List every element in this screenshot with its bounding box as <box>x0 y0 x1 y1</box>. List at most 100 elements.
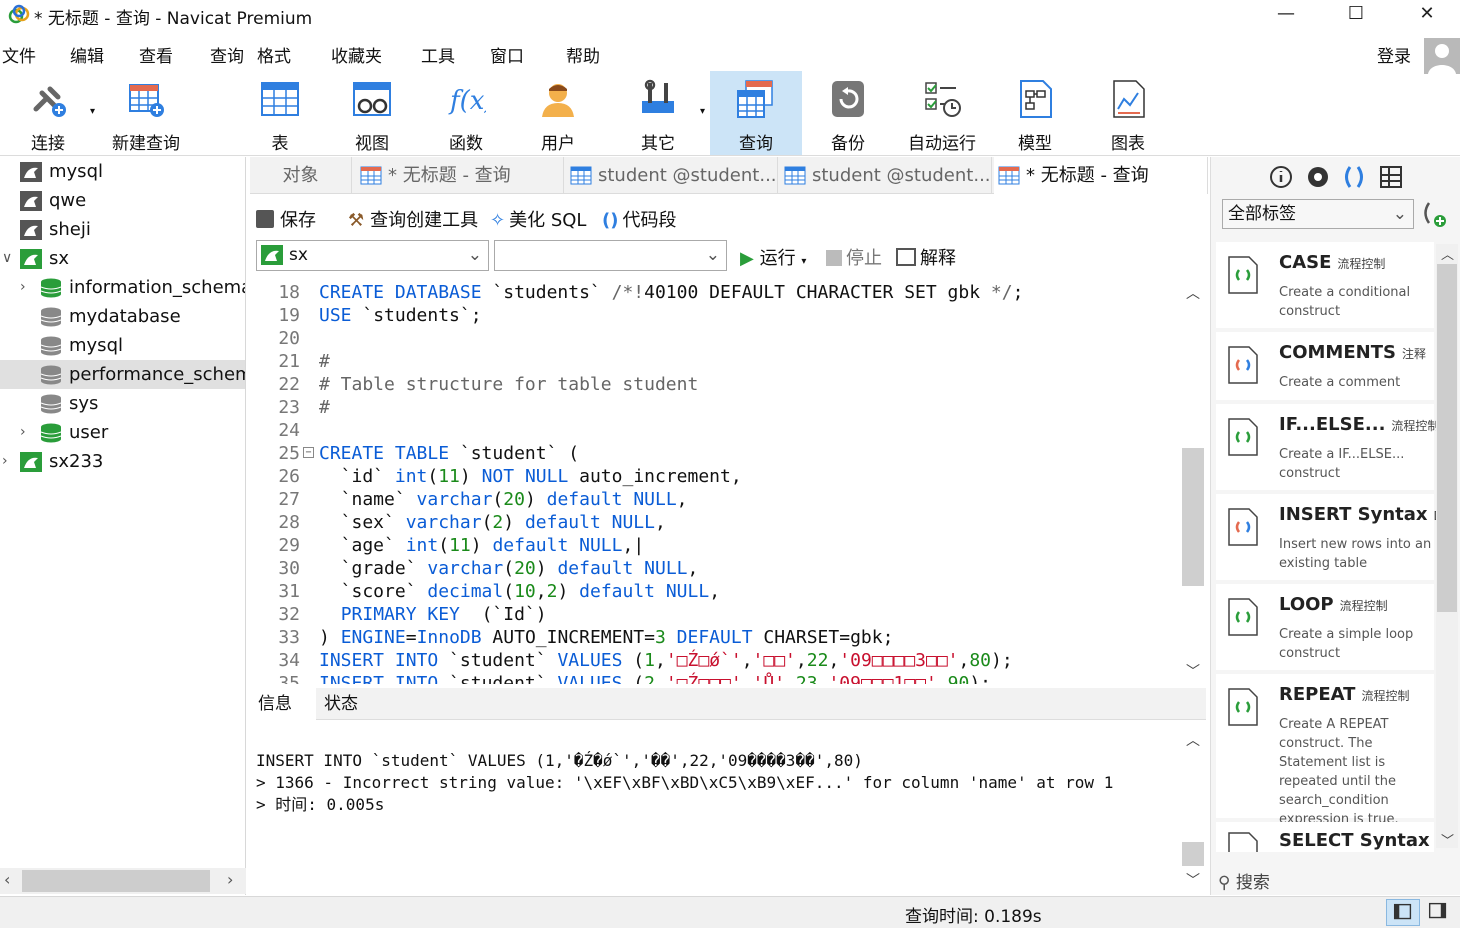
view-button[interactable]: 视图 <box>326 71 418 155</box>
expand-right-icon[interactable]: › <box>20 418 32 447</box>
snippet-select-syntax[interactable]: SELECT SyntaxDM <box>1216 822 1434 852</box>
menu-edit[interactable]: 编辑 <box>70 42 104 67</box>
scroll-down-icon[interactable]: ﹀ <box>1186 661 1200 681</box>
save-icon <box>256 210 274 228</box>
tree-item-mysql[interactable]: mysql <box>0 157 245 186</box>
snippet-loop[interactable]: LOOP 流程控制 Create a simple loop construct <box>1216 584 1434 670</box>
function-button[interactable]: f(x) 函数 <box>420 71 512 155</box>
run-button[interactable]: ▶ 运行 ▾ <box>740 244 806 270</box>
info-icon[interactable] <box>1268 164 1294 190</box>
layout-left-panel-button[interactable] <box>1386 899 1420 926</box>
connect-button[interactable]: 连接 <box>2 71 94 155</box>
line-number: 24 <box>278 420 300 441</box>
login-button[interactable]: 登录 <box>1377 42 1411 67</box>
minimize-button[interactable]: — <box>1263 0 1309 30</box>
tree-item-user[interactable]: › user <box>0 418 245 447</box>
tab-student-table-2[interactable]: student @student... <box>780 157 992 194</box>
query-builder-button[interactable]: ⚒ 查询创建工具 <box>348 206 478 232</box>
result-vertical-scrollbar[interactable]: ︿ ﹀ <box>1181 724 1205 892</box>
database-select[interactable]: ⌄ <box>494 240 727 271</box>
tab-untitled-query-1[interactable]: * 无标题 - 查询 <box>354 157 564 194</box>
scrollbar-thumb[interactable] <box>22 870 210 892</box>
tab-label: * 无标题 - 查询 <box>1026 165 1149 186</box>
preview-icon[interactable] <box>1305 164 1331 190</box>
tag-select[interactable]: 全部标签 ⌄ <box>1222 199 1414 229</box>
scroll-up-icon[interactable]: ︿ <box>1186 283 1200 303</box>
save-button[interactable]: 保存 <box>256 206 316 232</box>
close-button[interactable]: ✕ <box>1404 0 1450 30</box>
tree-item-label: user <box>69 422 109 443</box>
chart-button[interactable]: 图表 <box>1082 71 1174 155</box>
tree-item-sys[interactable]: sys <box>0 389 245 418</box>
menu-help[interactable]: 帮助 <box>566 42 600 67</box>
connect-dropdown-icon[interactable]: ▾ <box>90 106 95 117</box>
tab-untitled-query-active[interactable]: * 无标题 - 查询 <box>994 157 1208 194</box>
backup-button[interactable]: 备份 <box>804 71 892 155</box>
stop-button[interactable]: 停止 <box>826 244 882 270</box>
other-button[interactable]: 其它 <box>612 71 704 155</box>
sql-editor[interactable]: 18 CREATE DATABASE `students` /*!40100 DE… <box>250 281 1208 684</box>
tree-item-sx233[interactable]: › sx233 <box>0 447 245 476</box>
tree-item-information-schema[interactable]: › information_schema <box>0 273 245 302</box>
layout-right-panel-button[interactable] <box>1422 899 1456 926</box>
menu-tools[interactable]: 工具 <box>421 42 455 67</box>
scrollbar-thumb[interactable] <box>1437 264 1457 612</box>
scrollbar-thumb[interactable] <box>1182 842 1204 866</box>
tab-info[interactable]: 信息 <box>250 688 316 720</box>
snippet-if-else[interactable]: IF...ELSE... 流程控制 Create a IF...ELSE... c… <box>1216 404 1439 490</box>
add-snippet-icon[interactable] <box>1420 200 1448 228</box>
snippet-scrollbar[interactable]: ︿ ﹀ <box>1436 244 1458 849</box>
tab-status[interactable]: 状态 <box>316 688 382 720</box>
scroll-down-icon[interactable]: ﹀ <box>1441 830 1454 849</box>
autorun-button[interactable]: 自动运行 <box>892 71 992 155</box>
code-snippet-button[interactable]: () 代码段 <box>602 206 676 232</box>
menu-query[interactable]: 查询 <box>210 42 244 67</box>
explain-button[interactable]: 解释 <box>896 244 956 270</box>
snippet-parentheses-icon[interactable] <box>1341 164 1367 190</box>
scroll-up-icon[interactable]: ︿ <box>1441 244 1454 263</box>
beautify-sql-button[interactable]: ✧ 美化 SQL <box>490 206 586 232</box>
table-button[interactable]: 表 <box>234 71 326 155</box>
line-number: 34 <box>278 650 300 671</box>
maximize-button[interactable]: ☐ <box>1333 0 1379 30</box>
expand-right-icon[interactable]: › <box>20 273 32 302</box>
run-label: 运行 <box>759 248 796 269</box>
other-dropdown-icon[interactable]: ▾ <box>700 106 705 117</box>
snippet-search[interactable]: ⚲ 搜索 <box>1218 868 1270 893</box>
snippet-name: LOOP <box>1279 594 1334 615</box>
snippet-description: Create A REPEAT construct. The Statement… <box>1279 717 1399 827</box>
scroll-up-icon[interactable]: ︿ <box>1186 730 1200 750</box>
tab-objects[interactable]: 对象 <box>250 157 352 194</box>
snippet-insert-syntax[interactable]: INSERT SyntaxDM Insert new rows into an … <box>1216 494 1453 580</box>
menu-file[interactable]: 文件 <box>2 42 36 67</box>
tree-item-performance-schema[interactable]: performance_schema <box>0 360 245 389</box>
tree-horizontal-scrollbar[interactable]: ‹ › <box>0 868 246 894</box>
snippet-case[interactable]: CASE 流程控制 Create a conditional construct <box>1216 242 1434 328</box>
editor-scrollbar-thumb[interactable] <box>1182 448 1204 586</box>
model-button[interactable]: 模型 <box>990 71 1080 155</box>
snippet-repeat[interactable]: REPEAT 流程控制 Create A REPEAT construct. Th… <box>1216 674 1434 827</box>
tree-item-sx[interactable]: ∨ sx <box>0 244 245 273</box>
menu-window[interactable]: 窗口 <box>490 42 524 67</box>
menu-favorites[interactable]: 收藏夹 <box>331 42 382 67</box>
avatar[interactable] <box>1424 38 1460 74</box>
tree-item-mydatabase[interactable]: mydatabase <box>0 302 245 331</box>
scroll-down-icon[interactable]: ﹀ <box>1186 870 1200 890</box>
tree-item-qwe[interactable]: qwe <box>0 186 245 215</box>
expand-down-icon[interactable]: ∨ <box>2 244 14 273</box>
fold-icon[interactable]: − <box>303 447 314 458</box>
new-query-button[interactable]: 新建查询 <box>100 71 192 155</box>
scroll-right-icon[interactable]: › <box>227 870 233 889</box>
grid-layout-icon[interactable] <box>1378 164 1404 190</box>
expand-right-icon[interactable]: › <box>2 447 14 476</box>
tree-item-mysql-db[interactable]: mysql <box>0 331 245 360</box>
snippet-comments[interactable]: COMMENTS 注释 Create a comment <box>1216 332 1434 400</box>
query-button[interactable]: 查询 <box>710 71 802 155</box>
tab-student-table-1[interactable]: student @student... <box>566 157 778 194</box>
user-button[interactable]: 用户 <box>512 71 604 155</box>
tree-item-sheji[interactable]: sheji <box>0 215 245 244</box>
scroll-left-icon[interactable]: ‹ <box>4 870 10 889</box>
connection-select[interactable]: sx ⌄ <box>256 240 489 271</box>
menu-view[interactable]: 查看 <box>139 42 173 67</box>
menu-format[interactable]: 格式 <box>257 42 291 67</box>
